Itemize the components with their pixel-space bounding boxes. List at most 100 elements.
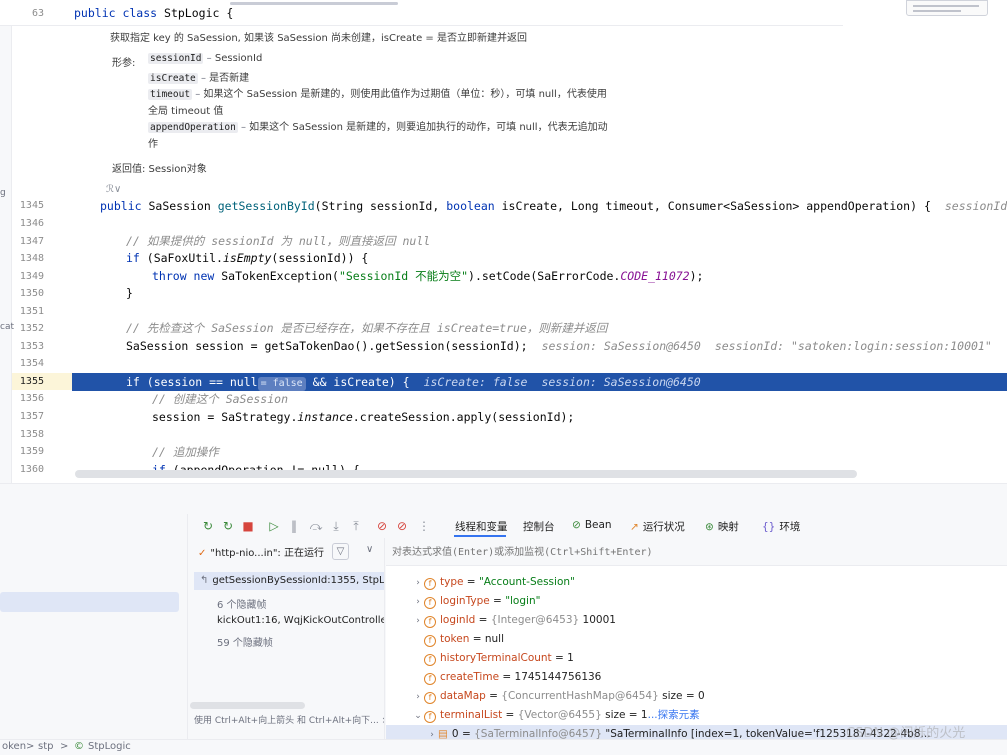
line-number: 1349 — [19, 271, 44, 282]
expand-icon: › — [416, 692, 420, 702]
inline-debug-value: sessionId: "sa — [944, 199, 1007, 213]
minimap-thumbnail[interactable] — [906, 0, 988, 16]
editor-horizontal-scrollbar[interactable] — [75, 470, 857, 478]
variables-pane: ›ftype = "Account-Session" ›floginType =… — [386, 538, 1007, 739]
code-line-1345[interactable]: public SaSession getSessionById(String s… — [100, 197, 1007, 215]
frames-pane: ✓ "http-nio...in": 正在运行 ▽ ∨ ↰ getSessionBy… — [190, 538, 385, 739]
class-declaration: public class StpLogic { — [74, 6, 234, 20]
project-strip: em g cat — [0, 0, 14, 484]
variable-row[interactable]: › f loginType = "login" — [386, 592, 1007, 611]
line-number: 1358 — [19, 429, 44, 440]
tab-bean[interactable]: ⊘ Bean — [572, 519, 612, 531]
line-number: 1360 — [19, 464, 44, 475]
line-number: 1354 — [19, 358, 44, 369]
breadcrumb-item[interactable]: oken — [2, 741, 26, 752]
doc-param: appendOperation – 如果这个 SaSession 是新建的，则要… — [148, 122, 608, 133]
doc-param-cont: 全局 timeout 值 — [148, 106, 224, 117]
variable-row[interactable]: f token = null — [386, 630, 1007, 649]
rerun-icon[interactable]: ↻ — [200, 518, 216, 534]
expand-icon: › — [416, 578, 420, 588]
bean-icon: ⊘ — [572, 519, 581, 531]
line-number: 1351 — [19, 306, 44, 317]
variable-row[interactable]: f historyTerminalCount = 1 — [386, 649, 1007, 668]
line-number-current: 1355 — [19, 376, 44, 387]
variable-row[interactable]: › f dataMap = {ConcurrentHashMap@6454} siz… — [386, 687, 1007, 706]
collapse-icon: ⌄ — [414, 711, 422, 721]
hidden-frames[interactable]: 6 个隐藏帧 — [217, 596, 267, 611]
thread-selector[interactable]: ✓ "http-nio...in": 正在运行 — [198, 544, 324, 560]
tab-threads-variables[interactable]: 线程和变量 — [455, 519, 508, 534]
tab-console[interactable]: 控制台 — [523, 519, 555, 534]
stack-frame[interactable]: kickOut1:16, WqjKickOutController — [217, 615, 384, 626]
code-comment-1347[interactable]: // 如果提供的 sessionId 为 null，则直接返回 null — [126, 232, 430, 250]
tab-environment[interactable]: {} 环境 — [762, 519, 800, 534]
field-icon: f — [424, 654, 436, 666]
variable-row[interactable]: › f loginId = {Integer@6453} 10001 — [386, 611, 1007, 630]
frames-scrollbar[interactable] — [190, 702, 305, 709]
expand-icon: › — [416, 597, 420, 607]
return-arrow-icon: ↰ — [200, 575, 209, 586]
resume-icon[interactable]: ▷ — [266, 518, 282, 534]
stack-frame[interactable]: ↰getSessionBySessionId:1355, StpLogic — [194, 572, 384, 590]
execution-point-line[interactable]: if (session == null = false && isCreate) … — [72, 373, 1007, 391]
breadcrumb-item[interactable]: StpLogic — [88, 741, 131, 752]
stop-icon[interactable]: ■ — [240, 518, 256, 534]
code-line-1348[interactable]: if (SaFoxUtil.isEmpty(sessionId)) { — [126, 249, 368, 267]
health-icon: ↗ — [630, 521, 639, 533]
array-element-icon: ▤ — [438, 728, 448, 739]
field-icon: f — [424, 673, 436, 685]
field-icon: f — [424, 578, 436, 590]
line-number: 1347 — [19, 236, 44, 247]
breadcrumb-item[interactable]: stp — [38, 741, 53, 752]
rerun-debug-icon[interactable]: ↻ — [220, 518, 236, 534]
sticky-class-header: 63 public class StpLogic { — [0, 0, 843, 26]
code-comment-1352[interactable]: // 先检查这个 SaSession 是否已经存在，如果不存在且 isCreat… — [126, 319, 607, 337]
inline-hint-chip: = false — [257, 377, 306, 391]
code-comment-1356[interactable]: // 创建这个 SaSession — [152, 390, 288, 408]
code-comment-1359[interactable]: // 追加操作 — [152, 443, 219, 461]
hidden-frames[interactable]: 59 个隐藏帧 — [217, 634, 273, 649]
close-icon[interactable]: × — [382, 716, 384, 726]
services-pane — [0, 514, 188, 739]
frames-hint: 使用 Ctrl+Alt+向上箭头 和 Ctrl+Alt+向下... × — [194, 713, 384, 726]
step-into-icon[interactable]: ⤓ — [328, 518, 344, 534]
evaluate-expression-input[interactable] — [392, 544, 992, 560]
field-icon: f — [424, 635, 436, 647]
tab-health[interactable]: ↗ 运行状况 — [630, 519, 685, 534]
code-line-1353[interactable]: SaSession session = getSaTokenDao().getS… — [126, 337, 992, 355]
variable-row[interactable]: › f type = "Account-Session" — [386, 573, 1007, 592]
code-line-1355[interactable]: if (session == null = false && isCreate) … — [126, 373, 701, 391]
view-breakpoints-icon[interactable]: ⊘ — [374, 518, 390, 534]
breadcrumb-separator: > — [60, 741, 69, 752]
code-line-1350[interactable]: } — [126, 284, 133, 302]
code-line-1349[interactable]: throw new SaTokenException("SessionId 不能… — [152, 267, 703, 285]
filter-icon[interactable]: ▽ — [332, 543, 349, 560]
code-line-1357[interactable]: session = SaStrategy.instance.createSess… — [152, 408, 574, 426]
doc-param-cont: 作 — [148, 139, 158, 150]
doc-param: isCreate – 是否新建 — [148, 73, 250, 84]
active-tab-indicator — [454, 535, 506, 537]
expand-icon: › — [416, 616, 420, 626]
evaluate-bar — [386, 538, 1007, 566]
variable-row[interactable]: f createTime = 1745144756136 — [386, 668, 1007, 687]
expand-icon: › — [430, 730, 434, 739]
inline-debug-value: session: SaSession@6450 — [541, 339, 701, 353]
tab-mappings[interactable]: ⊛ 映射 — [705, 519, 739, 534]
toggle-rendered-doc-icon[interactable]: ℛ∨ — [106, 184, 121, 195]
doc-params-label: 形参: — [112, 58, 136, 69]
mute-breakpoints-icon[interactable]: ⊘ — [394, 518, 410, 534]
step-over-icon[interactable]: ⤼ — [308, 518, 324, 534]
selected-service[interactable] — [0, 592, 179, 612]
step-out-icon[interactable]: ⤒ — [348, 518, 364, 534]
more-icon[interactable]: ⋮ — [416, 518, 432, 534]
inline-debug-value: sessionId: "satoken:login:session:10001" — [714, 339, 992, 353]
line-number: 1348 — [19, 253, 44, 264]
watermark: CSDN @闪烁的火光 — [846, 726, 966, 741]
breadcrumb-separator: > — [26, 741, 35, 752]
code-editor[interactable]: em g cat 63 public class StpLogic { 获取指定… — [0, 0, 1007, 484]
chevron-down-icon[interactable]: ∨ — [366, 544, 373, 555]
line-number: 1352 — [19, 323, 44, 334]
explore-elements-link[interactable]: ...探索元素 — [648, 709, 700, 721]
pause-icon[interactable]: ‖ — [286, 518, 302, 534]
line-number: 1356 — [19, 393, 44, 404]
